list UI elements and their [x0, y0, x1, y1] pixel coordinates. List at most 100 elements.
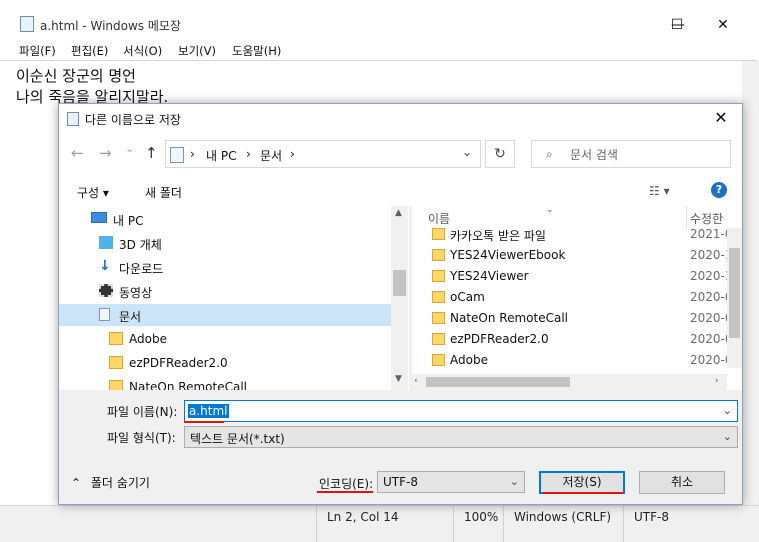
close-window-button[interactable]: ✕ — [700, 10, 746, 40]
recent-locations-chevron-icon[interactable]: ⌄ — [125, 142, 134, 155]
save-red-underline — [543, 492, 623, 494]
file-name: ezPDFReader2.0 — [450, 332, 549, 346]
text-line-1: 이순신 장군의 명언 — [16, 67, 136, 85]
file-row[interactable]: oCam 2020-0 — [426, 287, 742, 308]
notepad-app-icon — [20, 16, 34, 32]
dialog-close-button[interactable]: ✕ — [706, 106, 736, 130]
folder-icon — [109, 332, 123, 345]
folder-icon — [109, 356, 123, 369]
pc-location-icon — [170, 147, 184, 163]
chevron-down-icon[interactable]: ⌄ — [723, 404, 732, 417]
breadcrumb-separator: › — [246, 147, 251, 161]
status-encoding: UTF-8 — [623, 506, 759, 542]
save-button[interactable]: 저장(S) — [539, 471, 625, 494]
file-list-vertical-scrollbar[interactable] — [727, 228, 742, 368]
menu-help[interactable]: 도움말(H) — [232, 43, 281, 59]
search-box[interactable]: ⌕ — [531, 140, 731, 168]
file-name: YES24Viewer — [450, 269, 529, 283]
tree-item-downloads[interactable]: ↓ 다운로드 — [59, 256, 391, 278]
scrollbar-thumb[interactable] — [393, 270, 406, 296]
up-arrow-icon[interactable]: ↑ — [145, 144, 158, 162]
tree-item-3d-objects[interactable]: 3D 개체 — [59, 232, 391, 254]
file-row[interactable]: YES24ViewerEbook 2020-1 — [426, 245, 742, 266]
chevron-up-icon: ⌃ — [71, 476, 82, 490]
folder-icon — [432, 354, 445, 366]
tree-item-my-pc[interactable]: 내 PC — [59, 208, 391, 230]
maximize-button[interactable]: ☐ — [654, 10, 700, 40]
organize-button[interactable]: 구성 ▾ — [77, 184, 109, 201]
search-icon: ⌕ — [546, 147, 553, 161]
encoding-red-underline — [317, 491, 373, 493]
scroll-up-arrow-icon[interactable]: ▲ — [395, 208, 402, 218]
dialog-title-bar: 다른 이름으로 저장 ✕ — [59, 104, 742, 132]
address-bar[interactable]: › 내 PC › 문서 › ⌄ — [165, 140, 481, 168]
breadcrumb-documents[interactable]: 문서 — [260, 147, 282, 164]
folder-icon — [432, 228, 445, 240]
encoding-label: 인코딩(E): — [319, 477, 374, 491]
scroll-down-arrow-icon[interactable]: ▼ — [395, 374, 402, 384]
navigation-pane-scrollbar[interactable]: ▲ ▼ — [391, 206, 408, 390]
menu-view[interactable]: 보기(V) — [178, 43, 216, 59]
file-row[interactable]: ezPDFReader2.0 2020-0 — [426, 329, 742, 350]
file-row[interactable]: 카카오톡 받은 파일 2021-0 — [426, 224, 742, 245]
notepad-vertical-scrollbar[interactable] — [742, 61, 759, 505]
navigation-bar: ← → ⌄ ↑ › 내 PC › 문서 › ⌄ ↻ ⌕ — [59, 132, 742, 176]
menu-file[interactable]: 파일(F) — [19, 43, 56, 59]
filename-label: 파일 이름(N): — [107, 405, 178, 419]
chevron-down-icon: ⌄ — [509, 475, 519, 488]
file-list-horizontal-scrollbar[interactable]: ‹ › — [412, 374, 727, 390]
file-row[interactable]: NateOn RemoteCall 2020-0 — [426, 308, 742, 329]
notepad-window-title: a.html - Windows 메모장 — [40, 19, 181, 33]
menu-format[interactable]: 서식(O) — [123, 43, 162, 59]
save-as-dialog: 다른 이름으로 저장 ✕ ← → ⌄ ↑ › 내 PC › 문서 › ⌄ ↻ ⌕… — [58, 103, 743, 505]
scroll-right-arrow-icon[interactable]: › — [715, 376, 719, 386]
filetype-label: 파일 형식(T): — [107, 431, 176, 445]
tree-item-videos[interactable]: 동영상 — [59, 280, 391, 302]
folder-icon — [432, 291, 445, 303]
tree-label: ezPDFReader2.0 — [129, 356, 228, 370]
tree-item-ezpdfreader[interactable]: ezPDFReader2.0 — [59, 352, 391, 374]
sort-chevron-icon: ⌄ — [546, 206, 554, 215]
scrollbar-thumb[interactable] — [729, 248, 740, 338]
file-name: 카카오톡 받은 파일 — [450, 229, 546, 243]
notepad-menu-bar: 파일(F) 편집(E) 서식(O) 보기(V) 도움말(H) — [0, 38, 759, 60]
back-arrow-icon[interactable]: ← — [71, 144, 84, 162]
search-input[interactable] — [568, 145, 722, 165]
tree-item-nateon[interactable]: NateOn RemoteCall — [59, 376, 391, 390]
download-icon: ↓ — [99, 258, 111, 274]
hide-folders-label: 폴더 숨기기 — [90, 476, 150, 490]
folder-icon — [432, 333, 445, 345]
tree-item-documents[interactable]: 문서 — [59, 304, 391, 326]
new-folder-button[interactable]: 새 폴더 — [145, 184, 182, 201]
tree-item-adobe[interactable]: Adobe — [59, 328, 391, 350]
navigation-pane: 내 PC 3D 개체 ↓ 다운로드 동영상 문서 Adobe ezPDFRead… — [59, 206, 409, 390]
address-dropdown-chevron-icon[interactable]: ⌄ — [462, 145, 472, 159]
view-options-icon[interactable]: ☷ ▾ — [649, 184, 670, 198]
refresh-icon[interactable]: ↻ — [485, 140, 515, 168]
filetype-select[interactable]: 텍스트 문서(*.txt) ⌄ — [184, 426, 738, 448]
dialog-title: 다른 이름으로 저장 — [85, 113, 181, 127]
hide-folders-toggle[interactable]: ⌃ 폴더 숨기기 — [71, 474, 150, 491]
filename-red-underline — [184, 421, 224, 423]
chevron-down-icon: ⌄ — [722, 430, 732, 443]
video-icon — [99, 284, 113, 297]
scroll-left-arrow-icon[interactable]: ‹ — [414, 376, 418, 386]
scrollbar-thumb[interactable] — [426, 377, 570, 387]
breadcrumb-my-pc[interactable]: 내 PC — [206, 147, 236, 164]
tree-label: 동영상 — [119, 286, 153, 300]
tree-label: 다운로드 — [119, 262, 164, 276]
filename-field[interactable]: a.html ⌄ — [184, 400, 738, 422]
menu-edit[interactable]: 편집(E) — [71, 43, 108, 59]
breadcrumb-separator: › — [190, 147, 195, 161]
forward-arrow-icon[interactable]: → — [99, 144, 112, 162]
tree-label: 3D 개체 — [119, 238, 162, 252]
save-form: 파일 이름(N): a.html ⌄ 파일 형식(T): 텍스트 문서(*.tx… — [59, 394, 742, 504]
tree-label: NateOn RemoteCall — [129, 380, 247, 390]
help-icon[interactable]: ? — [711, 182, 727, 198]
file-row[interactable]: YES24Viewer 2020-1 — [426, 266, 742, 287]
tree-label: Adobe — [129, 332, 167, 346]
file-list: 이름 ⌄ 수정한 카카오톡 받은 파일 2021-0 YES24ViewerEb… — [412, 206, 742, 390]
encoding-select[interactable]: UTF-8 ⌄ — [377, 471, 525, 493]
file-row[interactable]: Adobe 2020-0 — [426, 350, 742, 371]
cancel-button[interactable]: 취소 — [639, 471, 725, 494]
